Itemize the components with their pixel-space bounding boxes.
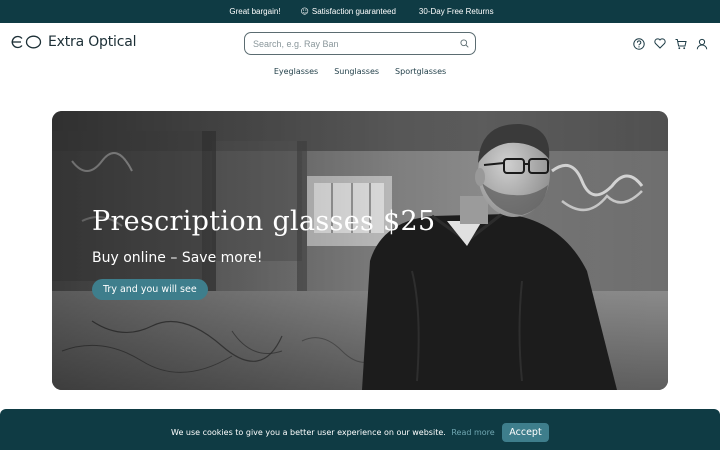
cookie-text: We use cookies to give you a better user… <box>171 428 446 437</box>
promo-item-satisfaction: ☺ Satisfaction guaranteed <box>301 7 396 16</box>
heart-icon[interactable] <box>653 37 666 50</box>
logo-mark-icon <box>10 35 42 49</box>
nav-item-sunglasses[interactable]: Sunglasses <box>334 67 379 81</box>
header-icons <box>632 37 708 50</box>
search-box[interactable] <box>244 32 476 55</box>
site-header: Extra Optical <box>0 23 720 65</box>
promo-label: Satisfaction guaranteed <box>311 7 396 16</box>
nav-item-eyeglasses[interactable]: Eyeglasses <box>274 67 318 81</box>
promo-item-returns: 30-Day Free Returns <box>416 7 494 16</box>
nav-item-sportglasses[interactable]: Sportglasses <box>395 67 446 81</box>
help-icon[interactable] <box>632 37 645 50</box>
promo-label: Great bargain! <box>229 7 281 16</box>
main-nav: Eyeglasses Sunglasses Sportglasses <box>0 67 720 81</box>
hero-subtitle: Buy online – Save more! <box>92 250 263 266</box>
promo-bar: Great bargain! ☺ Satisfaction guaranteed… <box>0 0 720 23</box>
accept-cookies-button[interactable]: Accept <box>502 423 549 442</box>
promo-item-bargain: Great bargain! <box>226 7 280 16</box>
smile-icon: ☺ <box>300 6 309 16</box>
cart-icon[interactable] <box>674 37 687 50</box>
cookie-banner: We use cookies to give you a better user… <box>0 409 720 450</box>
promo-label: 30-Day Free Returns <box>418 7 494 16</box>
cookie-message: We use cookies to give you a better user… <box>171 428 495 437</box>
read-more-link[interactable]: Read more <box>451 428 494 437</box>
search-input[interactable] <box>253 38 460 49</box>
search-icon[interactable] <box>460 39 469 48</box>
user-icon[interactable] <box>695 37 708 50</box>
hero-cta-button[interactable]: Try and you will see <box>92 279 208 300</box>
logo-text: Extra Optical <box>48 34 137 50</box>
hero-banner: Prescription glasses $25 Buy online – Sa… <box>52 111 668 390</box>
logo[interactable]: Extra Optical <box>10 34 136 50</box>
hero-title: Prescription glasses $25 <box>92 206 436 237</box>
